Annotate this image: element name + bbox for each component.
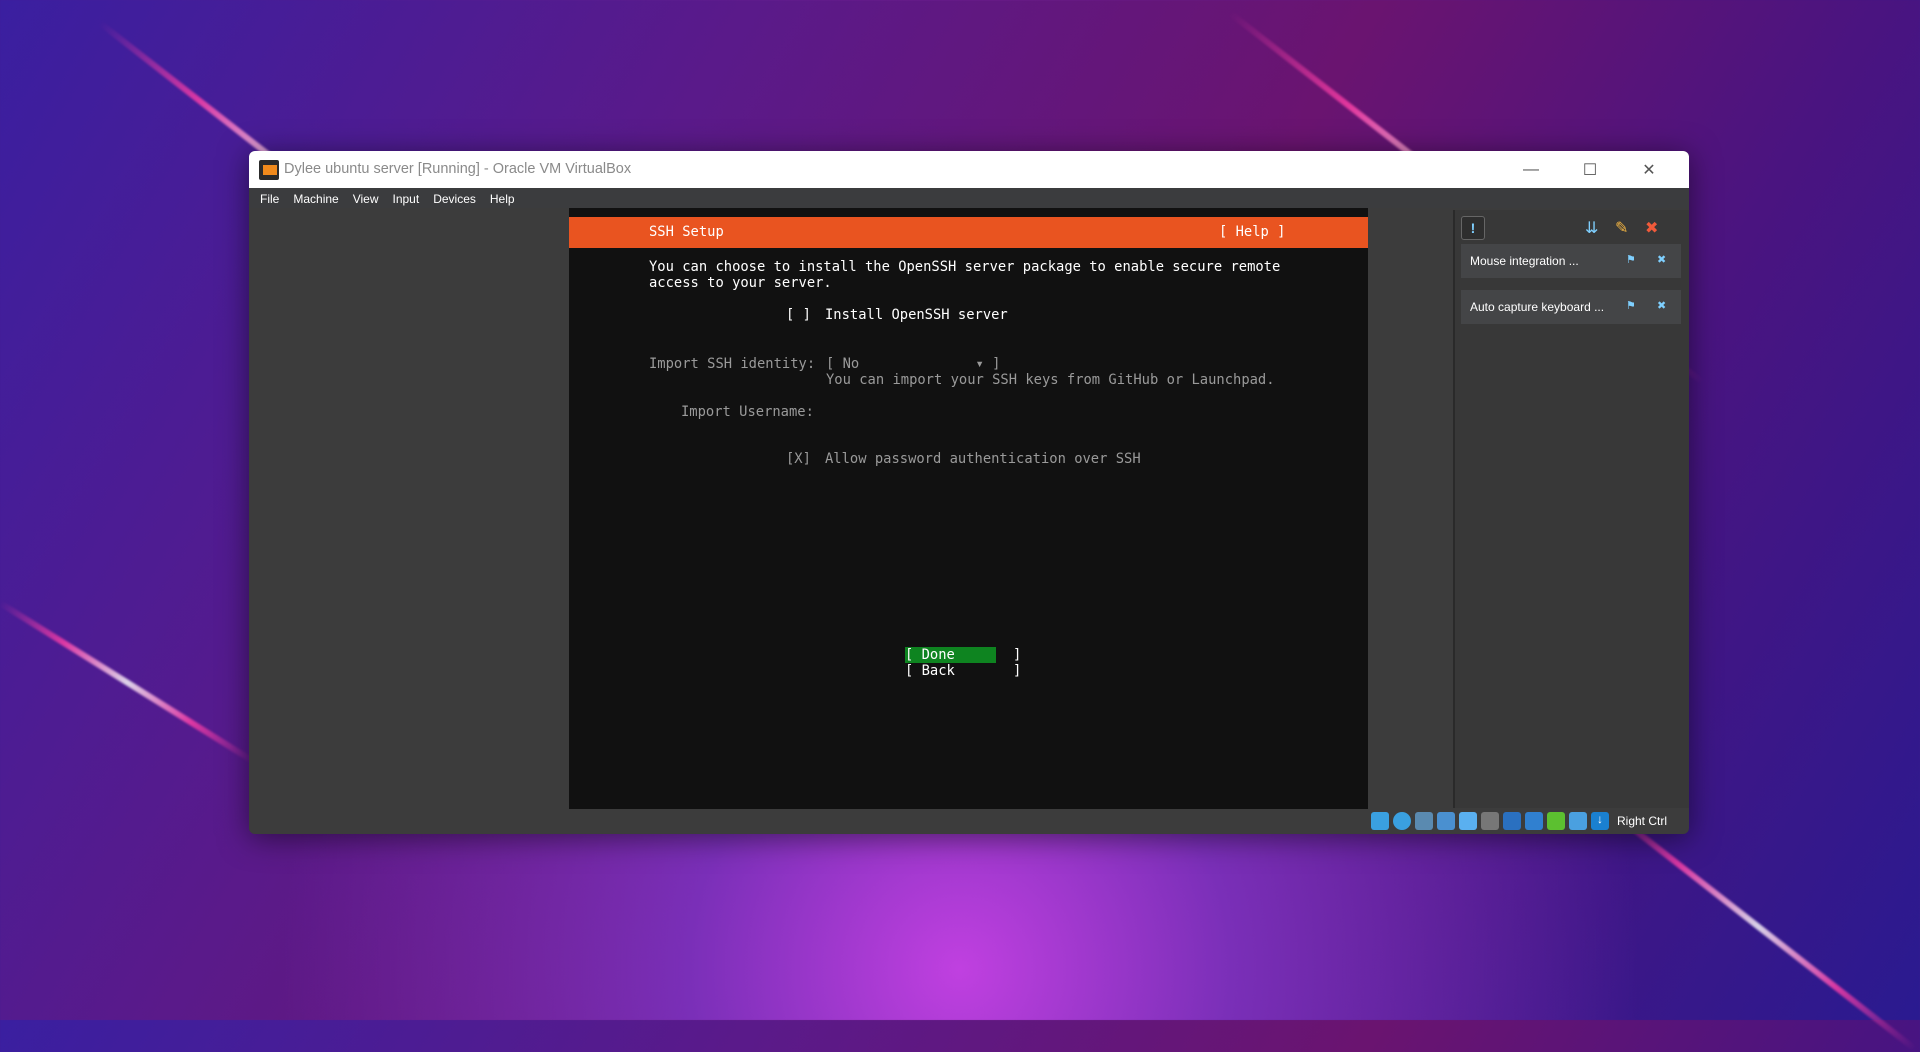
window-title: Dylee ubuntu server [Running] - Oracle V…	[284, 161, 632, 177]
password-auth-label[interactable]: Allow password authentication over SSH	[825, 451, 1141, 467]
intro-text: You can choose to install the OpenSSH se…	[649, 259, 1281, 275]
usb-icon[interactable]	[1458, 812, 1477, 830]
cpu-activity-icon[interactable]	[1546, 812, 1565, 830]
wallpaper-streak	[0, 600, 257, 765]
back-button[interactable]: [ Back ]	[905, 663, 1021, 679]
display-icon[interactable]	[1502, 812, 1521, 830]
recording-icon[interactable]	[1524, 812, 1543, 830]
notification-item[interactable]: Auto capture keyboard ... ⚑ ✖	[1461, 290, 1681, 324]
dismiss-icon[interactable]: ✖	[1657, 253, 1666, 266]
install-openssh-label[interactable]: Install OpenSSH server	[825, 307, 1008, 323]
virtualbox-window: Dylee ubuntu server [Running] - Oracle V…	[249, 151, 1689, 834]
minimize-button[interactable]: —	[1502, 151, 1560, 188]
menu-devices[interactable]: Devices	[433, 188, 483, 208]
status-bar: ↓ Right Ctrl	[249, 808, 1689, 834]
password-auth-checkbox[interactable]: [X]	[786, 451, 811, 467]
done-button[interactable]: [ Done ]	[905, 647, 1021, 663]
help-button[interactable]: [ Help ]	[1219, 224, 1285, 240]
menu-view[interactable]: View	[353, 188, 386, 208]
notification-item[interactable]: Mouse integration ... ⚑ ✖	[1461, 244, 1681, 278]
dismiss-icon[interactable]: ✖	[1657, 299, 1666, 312]
notification-text: Mouse integration ...	[1470, 254, 1579, 268]
menu-file[interactable]: File	[260, 188, 286, 208]
notification-center-icon[interactable]: !	[1461, 216, 1485, 240]
notification-panel: ! ⇊ ✎ ✖ Mouse integration ... ⚑ ✖ Auto c…	[1453, 210, 1689, 808]
import-identity-hint: You can import your SSH keys from GitHub…	[826, 372, 1275, 388]
maximize-button[interactable]: ☐	[1561, 151, 1619, 188]
guest-screen[interactable]: SSH Setup [ Help ] You can choose to ins…	[569, 208, 1368, 809]
clear-all-icon[interactable]: ✖	[1645, 218, 1658, 238]
title-bar: Dylee ubuntu server [Running] - Oracle V…	[249, 151, 1689, 188]
keep-pinned-icon[interactable]: ✎	[1615, 218, 1628, 238]
wallpaper-streak	[1598, 800, 1918, 1052]
hard-disk-icon[interactable]	[1370, 812, 1389, 830]
menu-bar: File Machine View Input Devices Help	[249, 188, 1689, 208]
close-button[interactable]: ✕	[1620, 151, 1678, 188]
sort-icon[interactable]: ⇊	[1585, 218, 1598, 238]
installer-header: SSH Setup [ Help ]	[569, 217, 1368, 248]
optical-drive-icon[interactable]	[1392, 812, 1411, 830]
virtualbox-logo-icon	[259, 160, 279, 180]
shared-folders-icon[interactable]	[1480, 812, 1499, 830]
menu-help[interactable]: Help	[490, 188, 522, 208]
intro-text: access to your server.	[649, 275, 832, 291]
import-identity-label: Import SSH identity:	[649, 356, 816, 372]
import-identity-dropdown[interactable]: [ No ▾ ]	[826, 356, 1000, 372]
menu-input[interactable]: Input	[393, 188, 427, 208]
network-icon[interactable]	[1436, 812, 1455, 830]
keyboard-capture-icon[interactable]: ↓	[1590, 812, 1609, 830]
notification-text: Auto capture keyboard ...	[1470, 300, 1605, 314]
install-openssh-checkbox[interactable]: [ ]	[786, 307, 811, 323]
pin-icon[interactable]: ⚑	[1626, 253, 1636, 266]
header-title: SSH Setup	[649, 224, 724, 240]
mouse-integration-icon[interactable]	[1568, 812, 1587, 830]
menu-machine[interactable]: Machine	[293, 188, 345, 208]
import-username-label: Import Username:	[681, 404, 814, 420]
audio-icon[interactable]	[1414, 812, 1433, 830]
host-key-label: Right Ctrl	[1616, 814, 1667, 828]
pin-icon[interactable]: ⚑	[1626, 299, 1636, 312]
